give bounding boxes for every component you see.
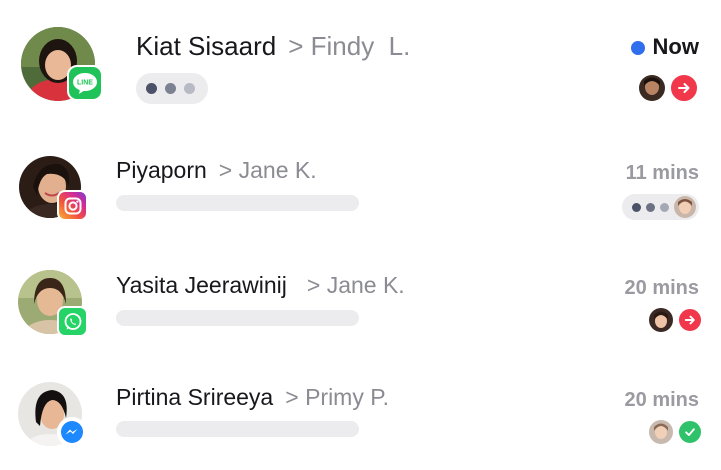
typing-dot (165, 83, 176, 94)
agent-avatar (649, 420, 673, 444)
messenger-icon (57, 417, 87, 447)
assignee-name: Jane K. (238, 157, 317, 183)
typing-dot (660, 202, 669, 212)
timestamp: 11 mins (625, 162, 699, 184)
assignee-name: Primy P. (305, 384, 389, 410)
status-row (622, 194, 699, 220)
contact-name: Kiat Sisaard (136, 31, 277, 61)
typing-indicator (136, 73, 208, 104)
typing-dot (632, 202, 641, 212)
typing-indicator (622, 194, 699, 220)
line-icon: LINE (67, 65, 103, 101)
status-row (639, 73, 699, 103)
typing-dot (146, 83, 157, 94)
timestamp-text: Now (652, 34, 699, 59)
message-preview-placeholder (116, 421, 359, 437)
conversation-item[interactable]: Yasita Jeerawinij > Jane K. 20 mins (0, 255, 721, 355)
conversation-title: Pirtina Srireeya > Primy P. (116, 383, 389, 411)
whatsapp-icon (57, 306, 88, 337)
contact-name: Piyaporn (116, 157, 207, 183)
timestamp: 20 mins (624, 389, 699, 411)
conversation-item[interactable]: Piyaporn > Jane K. 11 mins (0, 140, 721, 240)
agent-avatar (649, 308, 673, 332)
conversation-item[interactable]: LINE Kiat Sisaard > Findy L. Now (0, 0, 721, 120)
timestamp: 20 mins (624, 277, 699, 299)
assignee-name: Findy L. (310, 31, 411, 61)
timestamp: Now (630, 34, 699, 60)
assignee-separator: > (218, 157, 233, 183)
agent-avatar (674, 196, 696, 218)
agent-avatar (639, 75, 665, 101)
forward-arrow-icon (677, 307, 703, 333)
typing-dot (646, 202, 655, 212)
status-row (649, 307, 703, 333)
typing-dot (184, 83, 195, 94)
conversation-title: Kiat Sisaard > Findy L. (136, 30, 410, 62)
contact-name: Yasita Jeerawinij (116, 272, 287, 298)
unread-dot (630, 41, 645, 56)
instagram-icon (57, 190, 88, 221)
contact-name: Pirtina Srireeya (116, 384, 274, 410)
message-preview-placeholder (116, 195, 359, 211)
conversation-title: Yasita Jeerawinij > Jane K. (116, 271, 405, 299)
forward-arrow-icon (669, 73, 699, 103)
check-icon (677, 419, 703, 445)
assignee-name: Jane K. (326, 272, 405, 298)
assignee-separator: > (285, 384, 299, 410)
status-row (649, 419, 703, 445)
conversation-title: Piyaporn > Jane K. (116, 156, 317, 184)
assignee-separator: > (306, 272, 321, 298)
assignee-separator: > (288, 31, 304, 61)
message-preview-placeholder (116, 310, 359, 326)
conversation-item[interactable]: Pirtina Srireeya > Primy P. 20 mins (0, 368, 721, 470)
line-logo-text: LINE (77, 80, 93, 87)
